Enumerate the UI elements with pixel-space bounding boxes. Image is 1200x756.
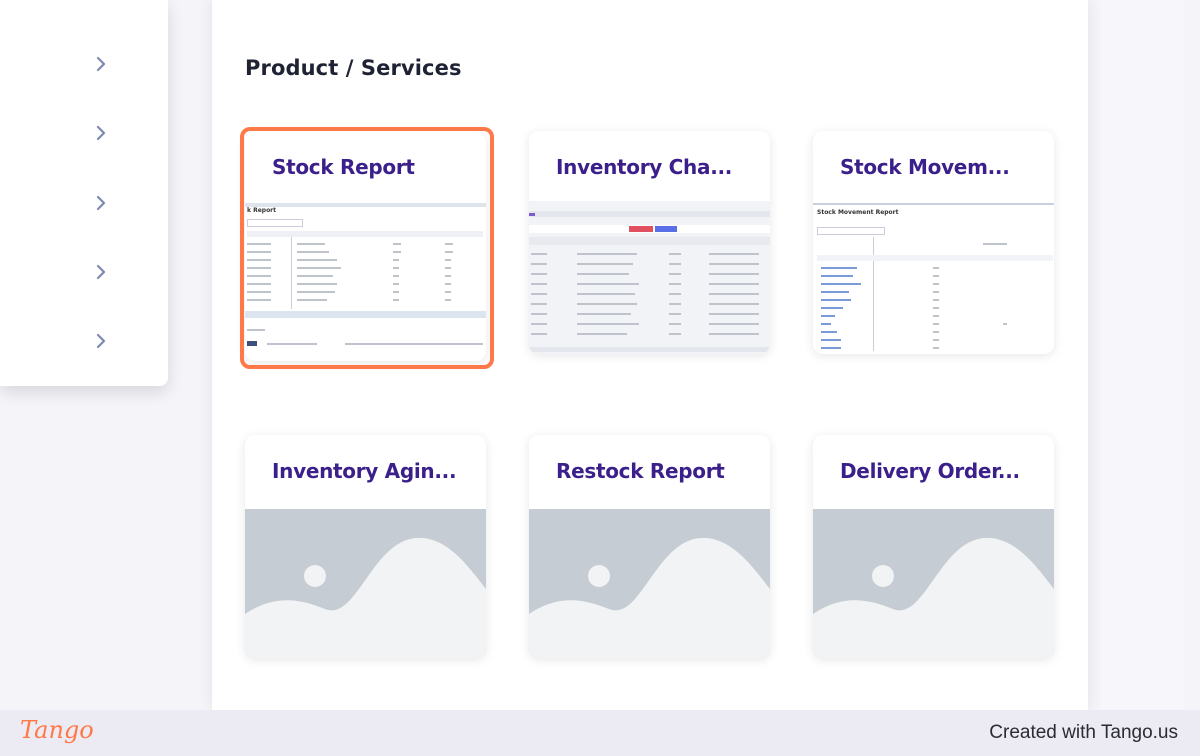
tango-logo: Tango	[20, 716, 94, 744]
card-inventory-aging[interactable]: Inventory Agin...	[245, 435, 486, 658]
right-panel-edge	[1100, 0, 1184, 710]
stock-report-thumbnail: k Report	[245, 201, 486, 361]
stock-movement-thumbnail: Stock Movement Report	[813, 201, 1054, 354]
card-delivery-order[interactable]: Delivery Order...	[813, 435, 1054, 658]
card-title: Inventory Agin...	[272, 459, 457, 483]
chevron-right-icon[interactable]	[93, 56, 109, 72]
thumbnail-label: Stock Movement Report	[817, 209, 899, 216]
chevron-right-icon[interactable]	[93, 264, 109, 280]
inventory-change-thumbnail	[529, 201, 770, 354]
thumbnail-label: k Report	[247, 207, 277, 214]
placeholder-image-icon	[813, 509, 1054, 658]
chevron-right-icon[interactable]	[93, 333, 109, 349]
placeholder-image-icon	[529, 509, 770, 658]
created-with-text: Created with Tango.us	[989, 722, 1178, 743]
card-title: Inventory Cha...	[556, 155, 733, 179]
card-title: Stock Movem...	[840, 155, 1010, 179]
card-restock-report[interactable]: Restock Report	[529, 435, 770, 658]
card-stock-movement[interactable]: Stock Movem... Stock Movement Report	[813, 131, 1054, 354]
card-inventory-change[interactable]: Inventory Cha...	[529, 131, 770, 354]
chevron-right-icon[interactable]	[93, 195, 109, 211]
card-title: Delivery Order...	[840, 459, 1020, 483]
card-title: Stock Report	[272, 155, 415, 179]
sidebar-panel	[0, 0, 168, 386]
chevron-right-icon[interactable]	[93, 125, 109, 141]
card-stock-report[interactable]: Stock Report k Report	[245, 131, 486, 361]
section-title: Product / Services	[245, 56, 462, 80]
card-title: Restock Report	[556, 459, 725, 483]
placeholder-image-icon	[245, 509, 486, 658]
